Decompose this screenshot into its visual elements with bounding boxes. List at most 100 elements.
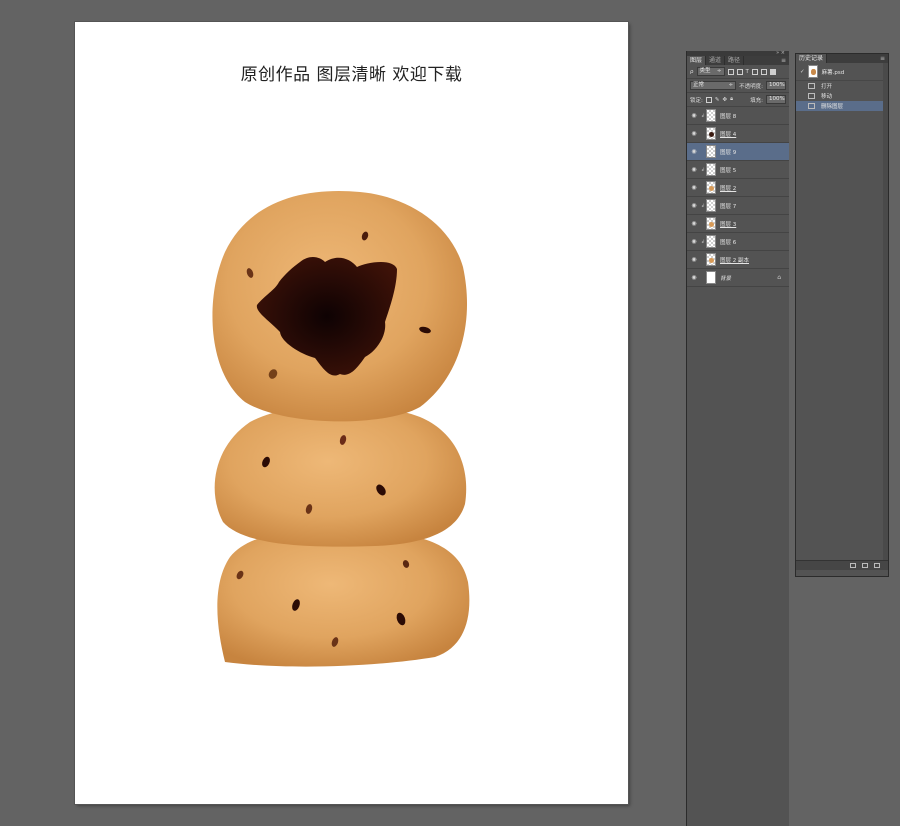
layer-thumbnail (706, 145, 716, 158)
lock-brush-icon[interactable]: ✎ (715, 97, 720, 103)
fill-field[interactable]: 100% (766, 95, 786, 104)
blend-row: 正常 ÷ 不透明度: 100% (687, 79, 789, 93)
layer-thumbnail (706, 109, 716, 122)
layer-name: 图层 2 副本 (720, 257, 749, 264)
layer-row[interactable]: ◉ ↲ 图层 8 (687, 107, 789, 125)
camera-icon[interactable] (862, 563, 868, 568)
opacity-value: 100% (769, 82, 785, 88)
layer-row[interactable]: ◉ ↲ 图层 6 (687, 233, 789, 251)
layer-thumbnail (706, 271, 716, 284)
lock-label: 锁定: (690, 97, 703, 104)
eye-icon[interactable]: ◉ (687, 148, 701, 155)
document-canvas[interactable]: 原创作品 图层清晰 欢迎下载 (75, 22, 628, 804)
trash-icon[interactable] (874, 563, 880, 568)
layer-row[interactable]: ◉ 图层 2 (687, 179, 789, 197)
layer-row[interactable]: ◉ 图层 3 (687, 215, 789, 233)
filter-toggle-icon[interactable] (769, 68, 776, 75)
filter-adjustment-icon[interactable] (736, 68, 743, 75)
layer-name: 图层 8 (720, 113, 737, 120)
layer-row[interactable]: ◉ ↲ 图层 7 (687, 197, 789, 215)
history-toolbar (796, 560, 888, 570)
layer-name: 背景 (720, 275, 732, 282)
layer-thumbnail (706, 127, 716, 140)
layer-thumbnail (706, 163, 716, 176)
layer-row-background[interactable]: ◉ 背景 ⌂ (687, 269, 789, 287)
layer-name: 图层 9 (720, 149, 737, 156)
layer-thumbnail (706, 199, 716, 212)
panel-menu-icon[interactable]: ≡ (781, 56, 789, 65)
blend-mode-select[interactable]: 正常 ÷ (690, 81, 737, 90)
layer-row[interactable]: ◉ ↲ 图层 5 (687, 161, 789, 179)
panel-header-strip: » × (687, 51, 789, 56)
filter-kind-select[interactable]: 类型 ÷ (696, 67, 725, 76)
tab-channels[interactable]: 通道 (706, 56, 726, 65)
history-item[interactable]: 移动 (796, 91, 888, 101)
open-icon (808, 83, 815, 89)
eye-icon[interactable]: ◉ (687, 184, 701, 191)
tab-layers[interactable]: 图层 (687, 56, 707, 65)
lock-icon: ⌂ (777, 274, 781, 281)
history-item-selected[interactable]: 删除图层 (796, 101, 888, 111)
history-panel: 历史记录 ≡ ✓ 麻薯.psd 打开 移动 删除图层 (795, 53, 889, 577)
new-document-from-state-icon[interactable] (850, 563, 856, 568)
layer-thumbnail (706, 181, 716, 194)
layers-list: ◉ ↲ 图层 8 ◉ 图层 4 ◉ 图层 9 ◉ ↲ 图层 5 ◉ 图层 2 ◉ ↲ … (687, 107, 789, 287)
eye-icon[interactable]: ◉ (687, 220, 701, 227)
eye-icon[interactable]: ◉ (687, 274, 701, 281)
history-tabs: 历史记录 ≡ (796, 54, 888, 63)
fill-value: 100% (769, 96, 785, 102)
layer-row[interactable]: ◉ 图层 2 副本 (687, 251, 789, 269)
lock-all-icon[interactable]: 🔒︎ (730, 96, 733, 103)
history-item-label: 删除图层 (821, 104, 844, 110)
tab-paths[interactable]: 路径 (725, 56, 745, 65)
eye-icon[interactable]: ◉ (687, 166, 701, 173)
layer-name: 图层 3 (720, 221, 737, 228)
layer-name: 图层 5 (720, 167, 737, 174)
history-item-label: 打开 (821, 84, 833, 90)
chevron-down-icon: ÷ (716, 68, 722, 74)
workspace-background (795, 577, 890, 826)
chevron-down-icon: ÷ (728, 82, 734, 88)
opacity-field[interactable]: 100% (766, 81, 786, 90)
filter-smart-icon[interactable] (760, 68, 767, 75)
fill-label: 填充: (750, 97, 763, 104)
layer-thumbnail (706, 217, 716, 230)
panel-menu-icon[interactable]: ≡ (880, 54, 888, 63)
delete-layer-icon (808, 103, 815, 109)
mochi-bottom (217, 529, 470, 667)
eye-icon[interactable]: ◉ (687, 256, 701, 263)
eye-icon[interactable]: ◉ (687, 238, 701, 245)
lock-row: 锁定: ✎ ✥ 🔒︎ 填充: 100% (687, 93, 789, 107)
layer-thumbnail (706, 253, 716, 266)
history-scrollbar[interactable] (883, 63, 888, 560)
filter-shape-icon[interactable] (751, 68, 758, 75)
layer-row[interactable]: ◉ 图层 4 (687, 125, 789, 143)
history-item-label: 移动 (821, 94, 833, 100)
eye-icon[interactable]: ◉ (687, 112, 701, 119)
move-icon (808, 93, 815, 99)
blend-mode-value: 正常 (693, 82, 705, 88)
layer-row-selected[interactable]: ◉ 图层 9 (687, 143, 789, 161)
lock-move-icon[interactable]: ✥ (722, 97, 727, 103)
mochi-middle (214, 404, 467, 547)
layers-tabs: 图层 通道 路径 ≡ (687, 56, 789, 65)
filter-kind-value: 类型 (699, 68, 711, 74)
lock-transparent-icon[interactable] (705, 96, 712, 103)
filter-search-icon: ρ (690, 68, 694, 75)
filter-row: ρ 类型 ÷ T (687, 65, 789, 79)
collapse-icon[interactable]: » × (776, 51, 785, 56)
history-item[interactable]: 打开 (796, 81, 888, 91)
layer-name: 图层 6 (720, 239, 737, 246)
filter-type-icon[interactable]: T (746, 69, 749, 75)
layer-name: 图层 2 (720, 185, 737, 192)
layers-panel: » × 图层 通道 路径 ≡ ρ 类型 ÷ T 正常 ÷ 不透明度: 100% 锁定… (686, 51, 789, 826)
history-brush-icon[interactable]: ✓ (800, 69, 805, 75)
eye-icon[interactable]: ◉ (687, 130, 701, 137)
snapshot-thumbnail (807, 65, 818, 78)
tab-history[interactable]: 历史记录 (796, 54, 828, 63)
filter-pixel-icon[interactable] (727, 68, 734, 75)
mochi-illustration (212, 191, 470, 667)
eye-icon[interactable]: ◉ (687, 202, 701, 209)
history-snapshot[interactable]: ✓ 麻薯.psd (796, 63, 888, 81)
layer-thumbnail (706, 235, 716, 248)
